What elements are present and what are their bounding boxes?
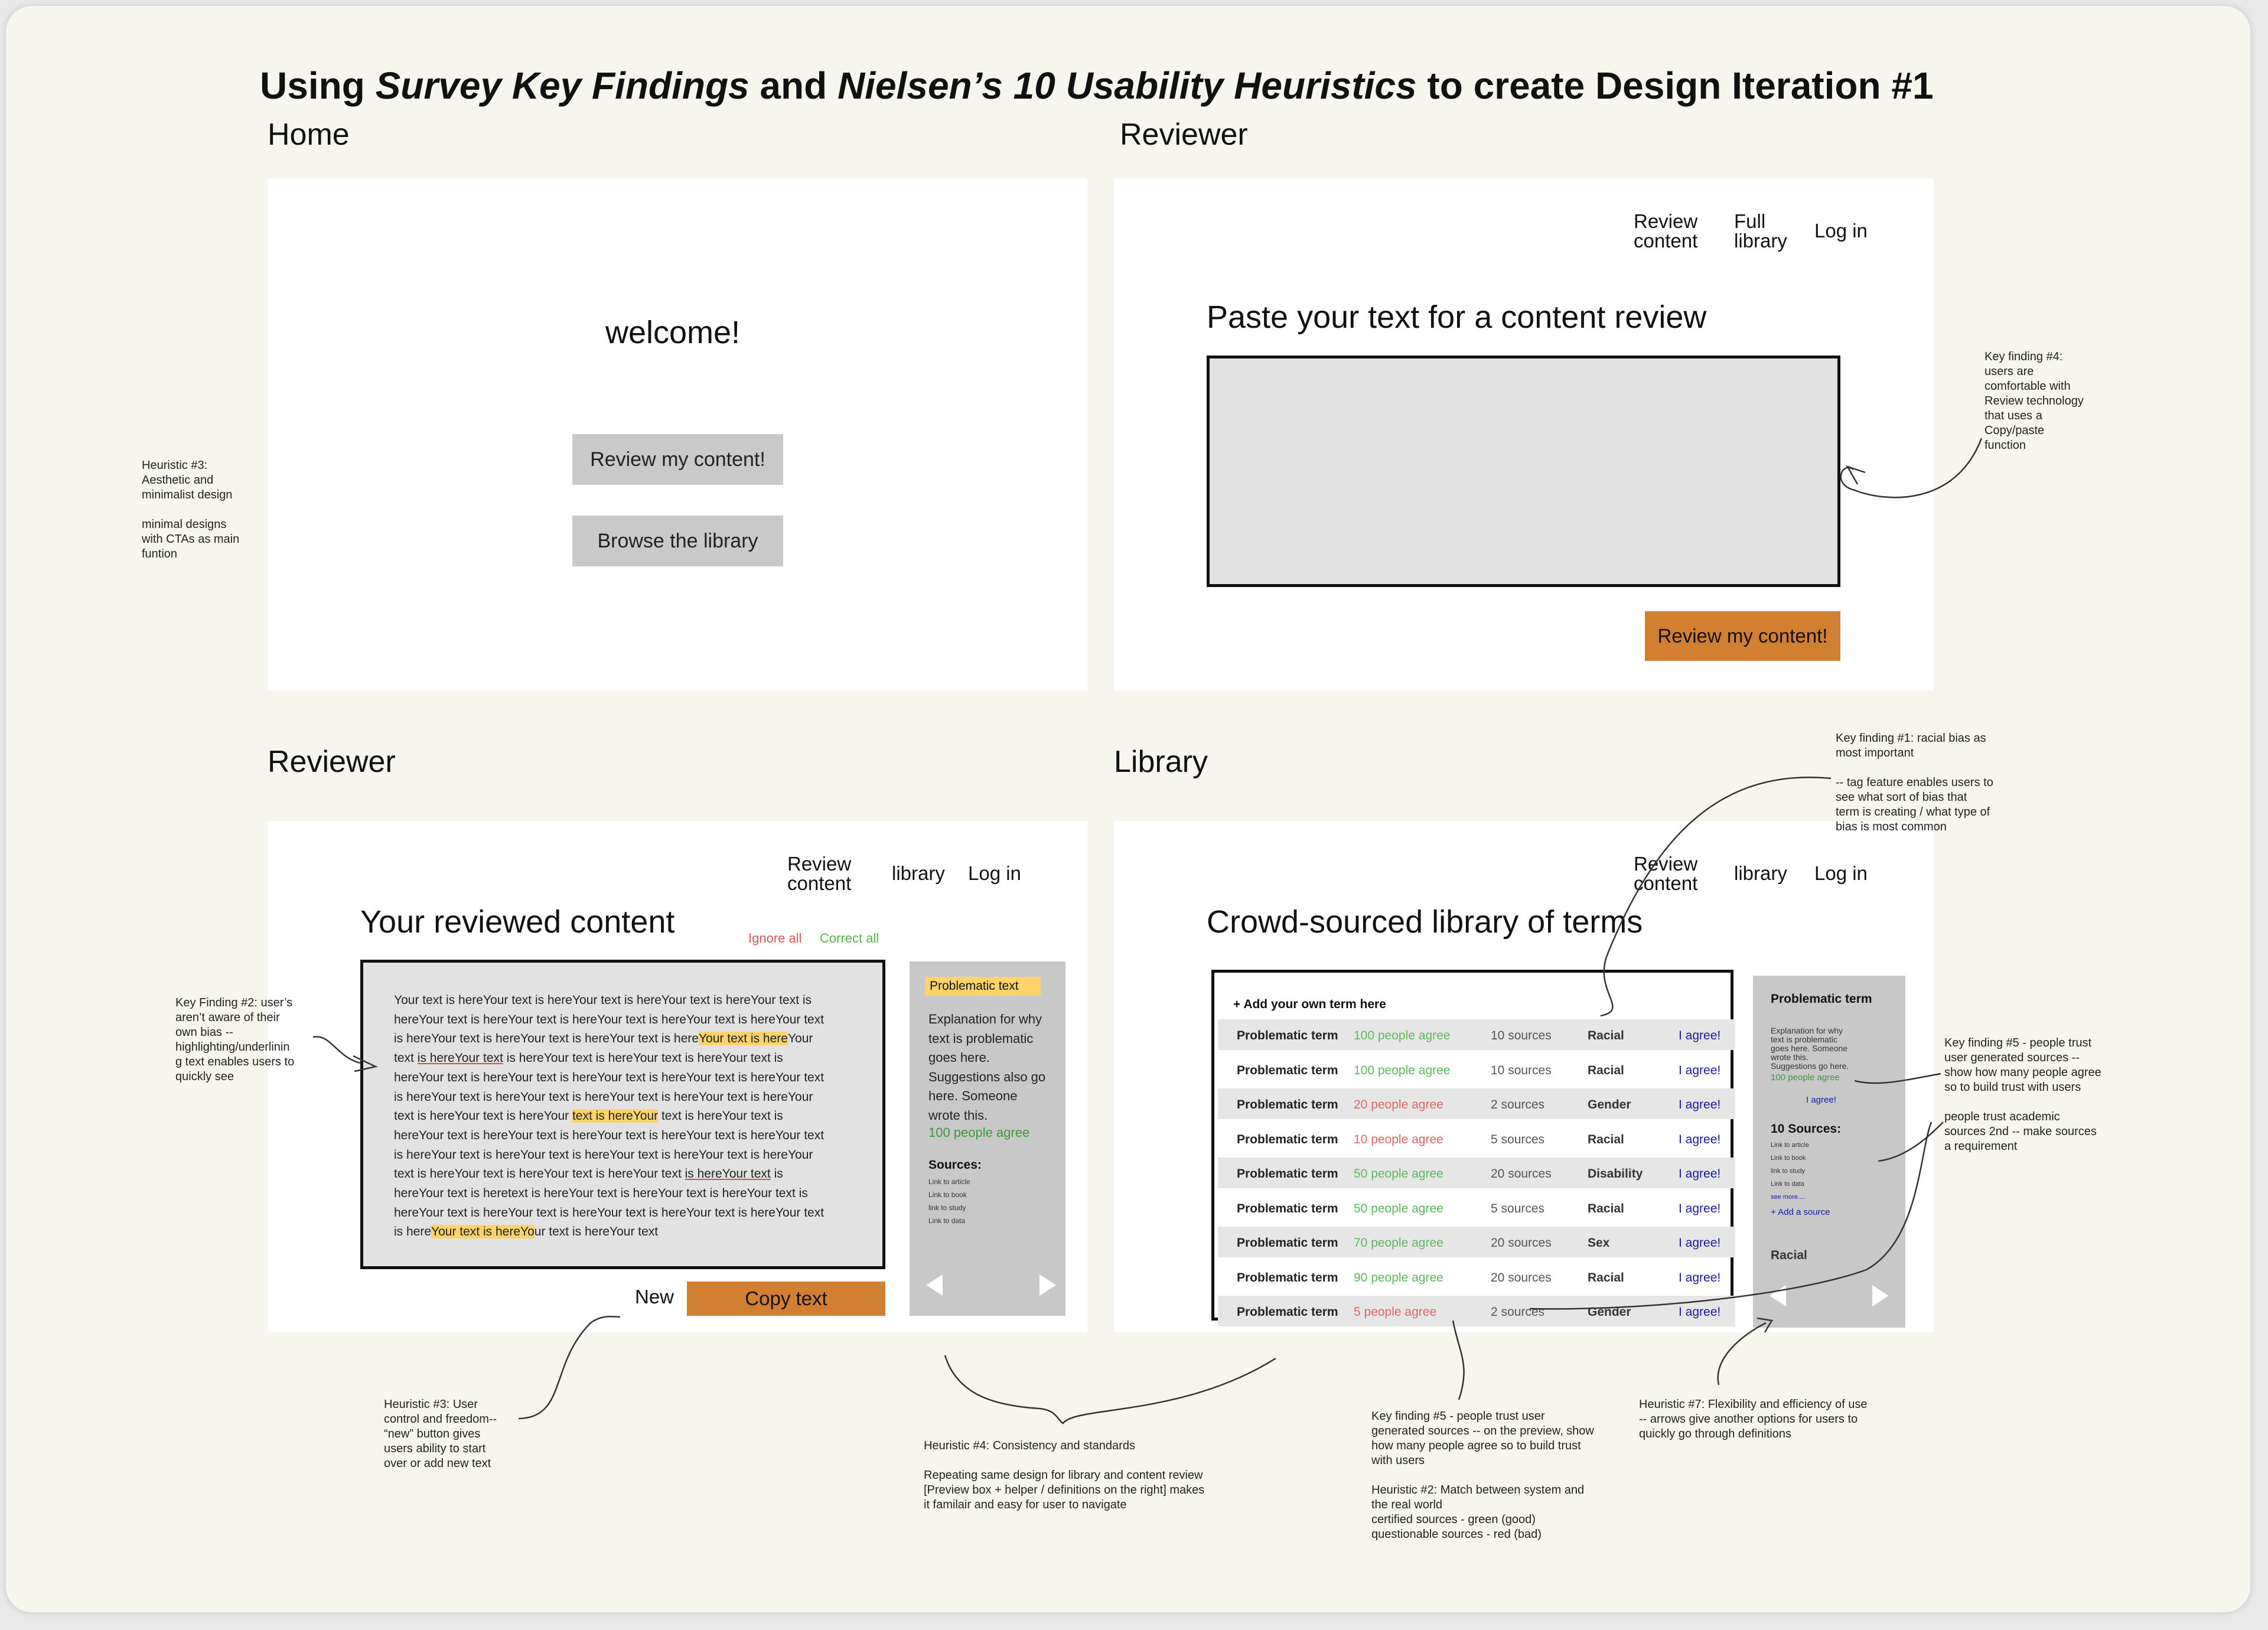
arrow-trust-2 (1878, 1122, 1944, 1162)
arrow-head (1846, 465, 1866, 485)
arrow-trust-3 (1529, 1122, 1933, 1310)
arrow-heuristic-7 (1717, 1322, 1767, 1386)
arrow-key-finding-4 (1840, 438, 1983, 498)
arrow-trust-1 (1854, 1072, 1941, 1084)
arrow-key-finding-5 (1452, 1320, 1465, 1400)
arrow-key-finding-1 (1600, 777, 1832, 1017)
arrow-heuristic-3 (518, 1315, 621, 1420)
annotation-arrows (312, 438, 1983, 1424)
arrow-key-finding-2 (312, 1036, 361, 1064)
arrow-head (353, 1055, 378, 1072)
arrow-head (1757, 1317, 1774, 1333)
arrow-heuristic-4 (944, 1355, 1276, 1424)
